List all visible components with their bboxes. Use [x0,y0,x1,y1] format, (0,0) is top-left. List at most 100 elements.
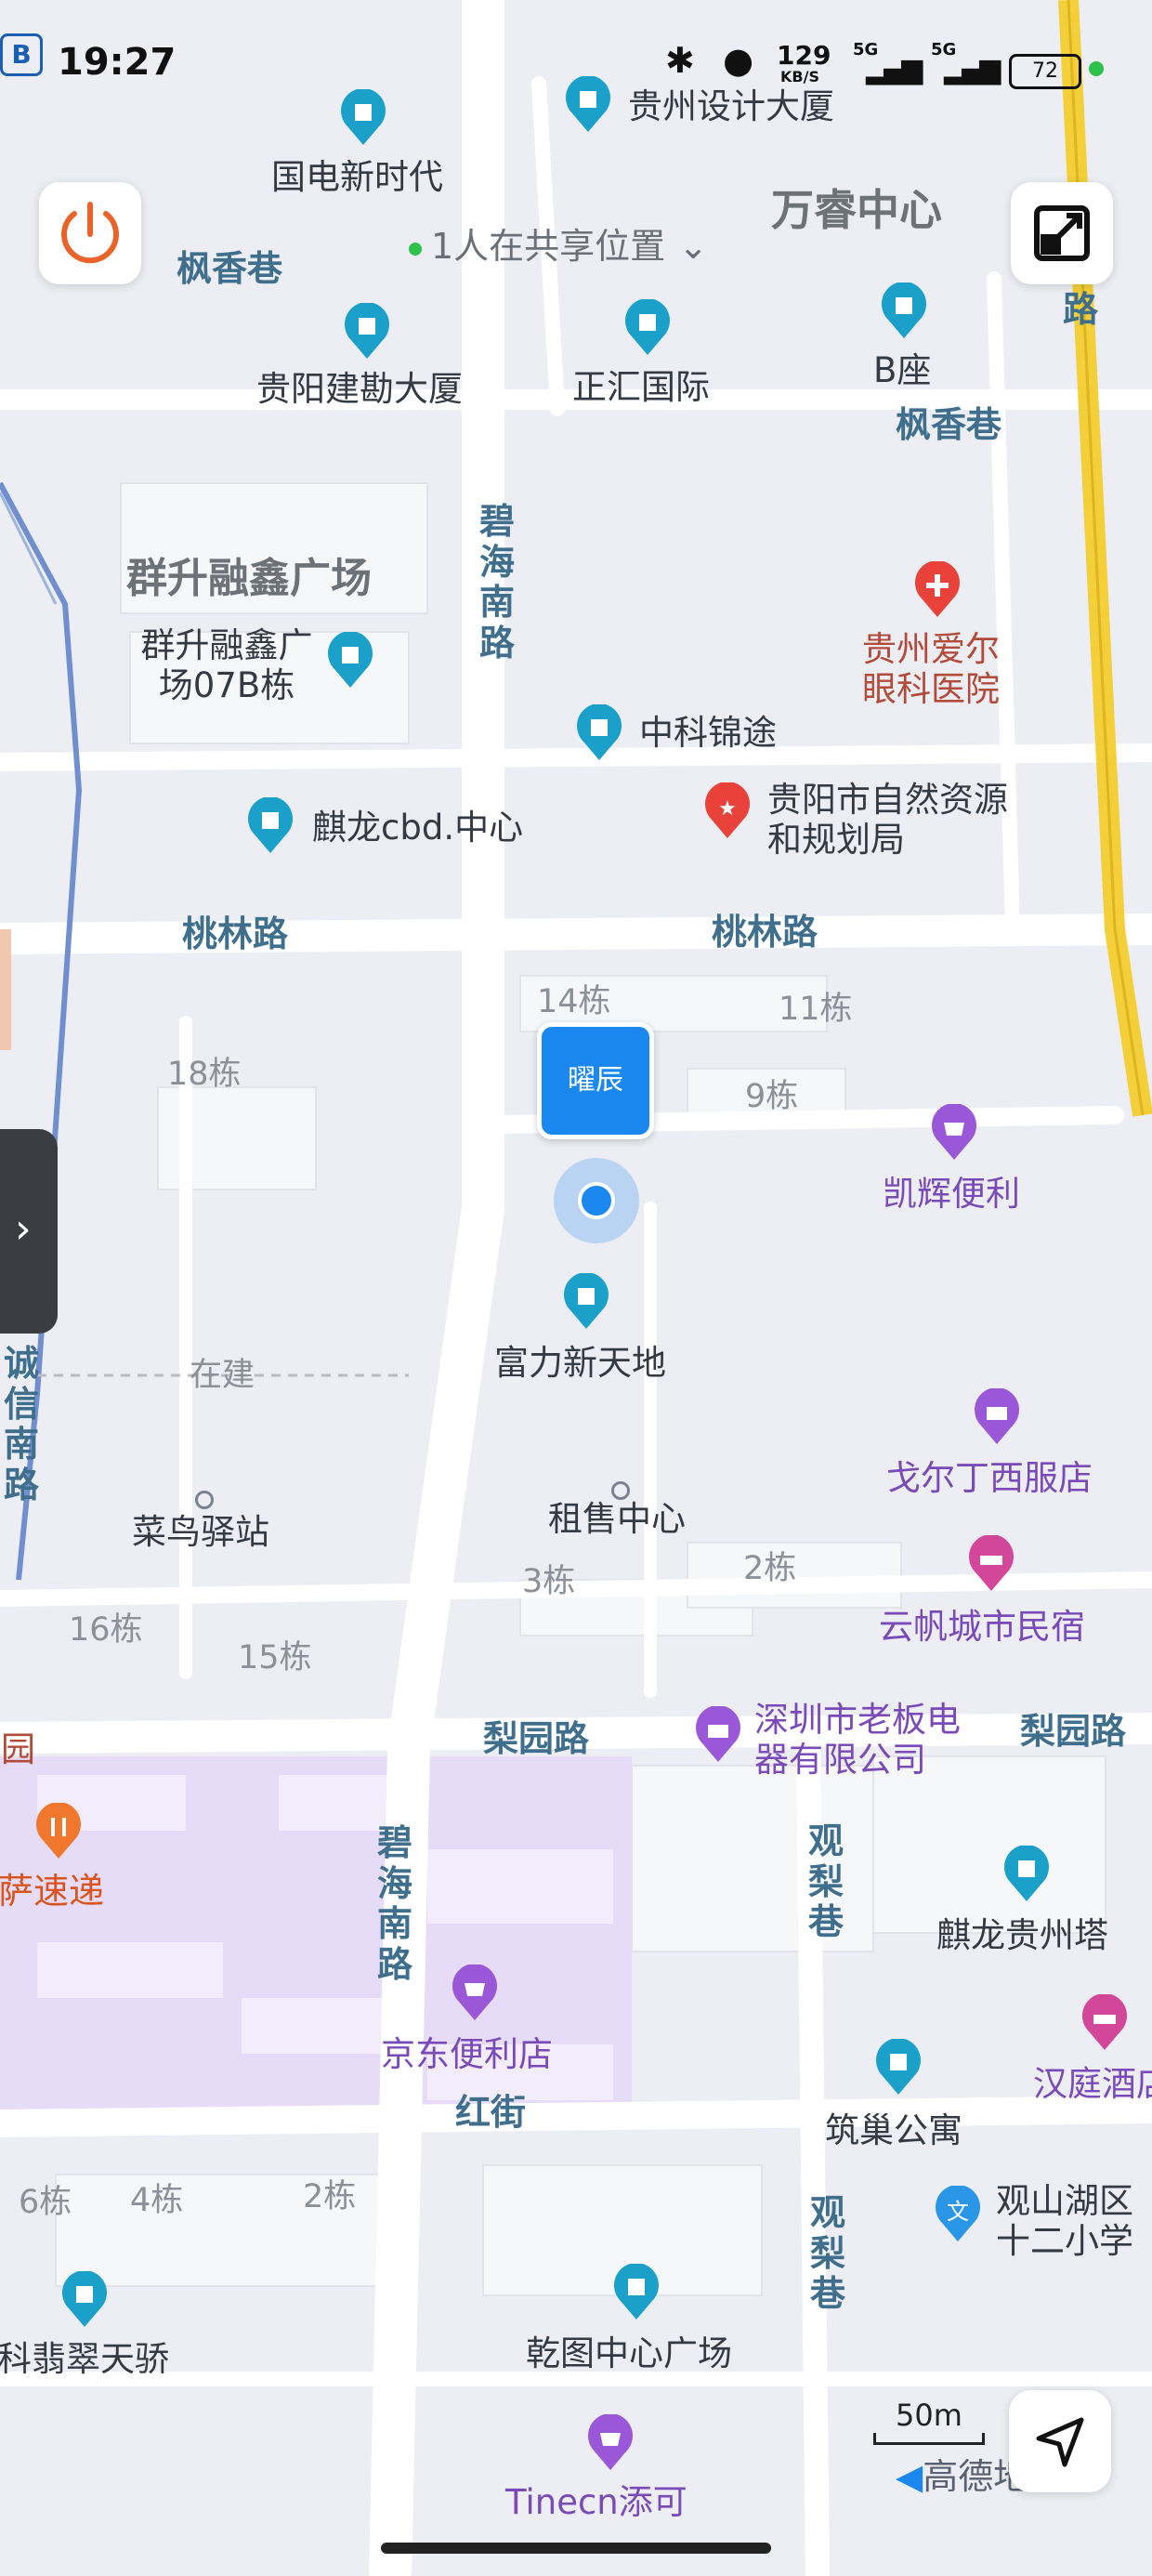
poi-label[interactable]: 贵州设计大厦 [628,86,834,127]
svg-text:文: 文 [947,2199,969,2225]
poi-label[interactable]: 筑巢公寓 [825,2110,962,2151]
shop-pin-icon[interactable] [972,1388,1022,1446]
road-label: 桃林路 [182,913,289,954]
school-pin-icon[interactable]: 文 [933,2186,983,2243]
scale-bar: 50m [873,2398,985,2445]
net-speed-unit: KB/S [780,68,819,85]
road-label: 梨园路 [483,1718,590,1759]
poi-label[interactable]: 麒龙贵州塔 [936,1915,1108,1956]
svg-text:★: ★ [718,797,737,821]
sharing-indicator[interactable]: 1人在共享位置 ⌄ [409,226,709,268]
poi-label[interactable]: 中科锦途 [639,713,777,754]
user-marker-bubble[interactable]: 曜辰 [537,1022,654,1139]
road-label: 枫香巷 [896,404,1002,445]
building-label: 18栋 [167,1056,242,1093]
building-label: 2栋 [743,1550,797,1587]
small-dot-icon [195,1491,214,1509]
user-location-dot[interactable] [554,1158,639,1243]
poi-label[interactable]: 贵阳建勘大厦 [256,369,463,410]
small-dot-icon [611,1481,630,1500]
active-dot-icon [1089,61,1104,76]
poi-label[interactable]: 观山湖区十二小学 [996,2181,1152,2261]
clock: 19:27 [58,41,177,84]
scale-line [873,2433,985,2445]
food-pin-icon[interactable] [33,1803,84,1860]
building-pin-icon[interactable] [879,283,929,340]
building-label: 6栋 [19,2184,72,2221]
shop-pin-icon[interactable] [585,2414,635,2472]
chevron-down-icon: ⌄ [678,226,709,267]
hospital-pin-icon[interactable] [912,561,962,619]
chevron-right-icon: › [15,1205,32,1253]
poi-label[interactable]: B座 [873,350,931,391]
power-icon [61,202,119,264]
road-label: 红街 [455,2092,527,2133]
building-pin-icon[interactable] [622,299,673,357]
user-location-core [578,1182,615,1219]
building-pin-icon[interactable] [574,704,624,762]
area-label: 群升融鑫广场 [126,555,372,602]
poi-label[interactable]: 贵阳市自然资源和规划局 [767,780,1009,860]
status-bar: B 19:27 ✱ ● 129 KB/S 5G ▂▄▆ 5G ▂▄▆ 72 [0,0,1152,89]
shop-pin-icon[interactable] [929,1104,979,1162]
side-drawer-handle[interactable]: › [0,1129,58,1334]
battery-icon: 72 [1009,54,1081,89]
poi-label[interactable]: 汉庭酒店 [1033,2064,1152,2105]
poi-label[interactable]: 深圳市老板电器有限公司 [754,1700,987,1780]
poi-label[interactable]: 菜鸟驿站 [132,1512,269,1553]
building-pin-icon[interactable] [611,2264,661,2321]
shop-pin-icon[interactable] [450,1965,500,2022]
home-indicator[interactable] [381,2543,771,2554]
poi-label[interactable]: 凯辉便利 [883,1174,1020,1215]
poi-label[interactable]: 花园 [0,1729,35,1770]
power-button[interactable] [39,182,141,284]
poi-label[interactable]: 正汇国际 [572,367,710,408]
poi-label[interactable]: 国电新时代 [271,157,443,198]
poi-label[interactable]: 戈尔丁西服店 [886,1458,1093,1499]
amap-arrow-icon: ◀ [896,2456,923,2497]
road-label: 观梨巷 [810,2192,846,2315]
building-pin-icon[interactable] [563,76,613,134]
building-label: 4栋 [130,2182,184,2219]
poi-label[interactable]: 租售中心 [548,1499,686,1540]
poi-label[interactable]: 京东便利店 [381,2034,553,2075]
poi-label[interactable]: 贵州爱尔眼科医院 [862,629,1011,709]
poi-label[interactable]: 云帆城市民宿 [879,1607,1085,1648]
building-pin-icon[interactable] [342,303,392,361]
poi-label[interactable]: 披萨速递 [0,1871,104,1912]
area-label: 万睿中心 [771,185,942,235]
building-pin-icon[interactable] [325,632,375,690]
building-pin-icon[interactable] [59,2271,110,2329]
road-label: 桃林路 [712,912,818,953]
shrink-icon [1034,205,1090,261]
signal-bars-icon: ▂▄▆ [866,53,923,85]
government-pin-icon[interactable]: ★ [702,782,753,840]
locate-button[interactable] [1009,2390,1111,2492]
building-pin-icon[interactable] [1001,1846,1052,1903]
building-pin-icon[interactable] [561,1273,611,1331]
building-label: 9栋 [745,1078,799,1115]
building-pin-icon[interactable] [338,89,388,147]
building-label: 2栋 [303,2178,357,2215]
exit-fullscreen-button[interactable] [1011,182,1113,284]
signal-bars-icon-2: ▂▄▆ [944,53,1001,85]
building-label: 3栋 [522,1563,576,1600]
poi-label[interactable]: 乾图中心广场 [526,2333,732,2374]
building-pin-icon[interactable] [245,797,295,855]
poi-label[interactable]: 富力新天地 [494,1343,666,1384]
hotel-pin-icon[interactable] [1080,1994,1130,2052]
poi-label[interactable]: Tinecn添可 [505,2482,687,2523]
battery-level: 72 [1032,59,1058,83]
building-pin-icon[interactable] [873,2039,923,2096]
hotel-pin-icon[interactable] [966,1535,1016,1593]
building-label: 16栋 [69,1611,143,1649]
poi-label[interactable]: 麒龙cbd.中心 [312,808,523,848]
navigation-arrow-icon [1036,2417,1084,2467]
road-label: 梨园路 [1020,1711,1127,1752]
sharing-text: 1人在共享位置 [431,226,666,267]
shop-pin-icon[interactable] [693,1706,743,1764]
poi-label[interactable]: 群升融鑫广场07B栋 [124,625,329,705]
poi-label[interactable]: 万科翡翠天骄 [0,2339,169,2380]
bluetooth-icon: ✱ [665,40,695,81]
location-icon: ● [723,40,754,81]
